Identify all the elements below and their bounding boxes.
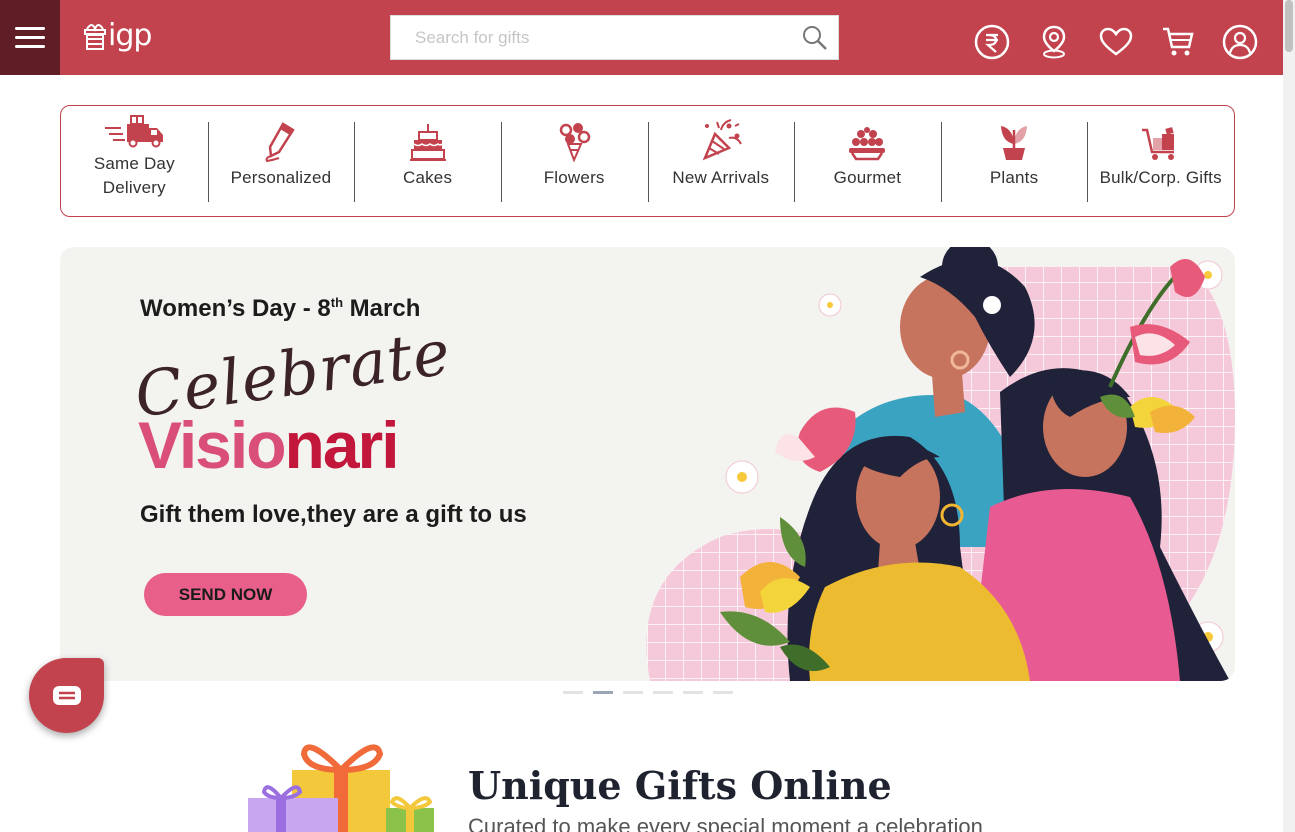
top-header: igp [0,0,1283,75]
chat-button[interactable] [29,658,104,733]
category-label: Plants [989,168,1039,187]
category-label: Same Day [93,154,175,173]
search-box [390,15,839,60]
category-new-arrivals[interactable]: New Arrivals [647,106,795,216]
carousel-dot[interactable] [683,691,703,694]
category-gourmet[interactable]: Gourmet [794,106,941,216]
banner-tagline: Gift them love,they are a gift to us [140,501,527,528]
currency-button[interactable] [961,22,1023,62]
banner-campaign-title: Visionari [138,408,400,482]
scrollbar-thumb[interactable] [1285,0,1293,52]
cart-icon [1163,27,1194,56]
sweets-platter-icon [849,127,886,161]
gift-logo-icon [84,24,106,50]
location-button[interactable] [1023,22,1085,62]
rupee-icon [974,24,1010,60]
igp-logo[interactable]: igp [84,16,152,56]
category-same-day-delivery[interactable]: Same Day Delivery [61,106,208,216]
category-personalized[interactable]: Personalized [207,106,355,216]
carousel-dot[interactable] [563,691,583,694]
delivery-truck-icon [105,115,164,148]
search-input[interactable] [391,16,781,59]
bouquet-icon [559,123,591,162]
logo-text: igp [108,18,152,53]
cake-icon [409,124,446,161]
header-actions [961,22,1271,62]
category-bar: Same Day Delivery Personalized Cakes Flo… [60,105,1235,217]
user-account-icon [1222,24,1258,60]
section-subtitle: Curated to make every special moment a c… [468,814,983,832]
carousel-dot[interactable] [713,691,733,694]
bulk-cart-icon [1141,127,1174,160]
party-popper-icon [702,119,742,161]
womens-day-illustration [646,247,1235,681]
carousel-indicators [563,691,733,694]
carousel-dot[interactable] [623,691,643,694]
category-flowers[interactable]: Flowers [500,106,648,216]
hero-banner[interactable]: Women’s Day - 8th March Celebrate Vision… [60,247,1235,681]
category-plants[interactable]: Plants [940,106,1088,216]
wishlist-button[interactable] [1085,22,1147,62]
banner-headline: Women’s Day - 8th March [140,295,421,322]
category-label: Flowers [543,168,605,187]
category-label: New Arrivals [672,168,770,187]
search-icon[interactable] [802,25,828,51]
hamburger-icon [15,21,45,54]
cart-button[interactable] [1147,22,1209,62]
send-now-button[interactable]: SEND NOW [144,573,307,616]
category-label: Gourmet [833,168,902,187]
carousel-dot[interactable] [653,691,673,694]
potted-plant-icon [1001,126,1028,160]
pencil-icon [265,122,295,162]
carousel-dot-active[interactable] [593,691,613,694]
location-pin-icon [1042,25,1066,59]
category-label: Personalized [230,168,332,187]
category-label: Cakes [402,168,453,187]
hamburger-menu-button[interactable] [0,0,60,75]
category-bulk-corp-gifts[interactable]: Bulk/Corp. Gifts [1087,106,1234,216]
gift-boxes-illustration [248,744,434,832]
account-button[interactable] [1209,22,1271,62]
category-label-line2: Delivery [102,178,166,197]
heart-icon [1099,27,1133,56]
page-scrollbar[interactable] [1283,0,1295,832]
chat-bubble-icon [52,685,81,705]
section-title: Unique Gifts Online [468,763,892,808]
category-cakes[interactable]: Cakes [354,106,501,216]
category-label: Bulk/Corp. Gifts [1099,168,1222,187]
